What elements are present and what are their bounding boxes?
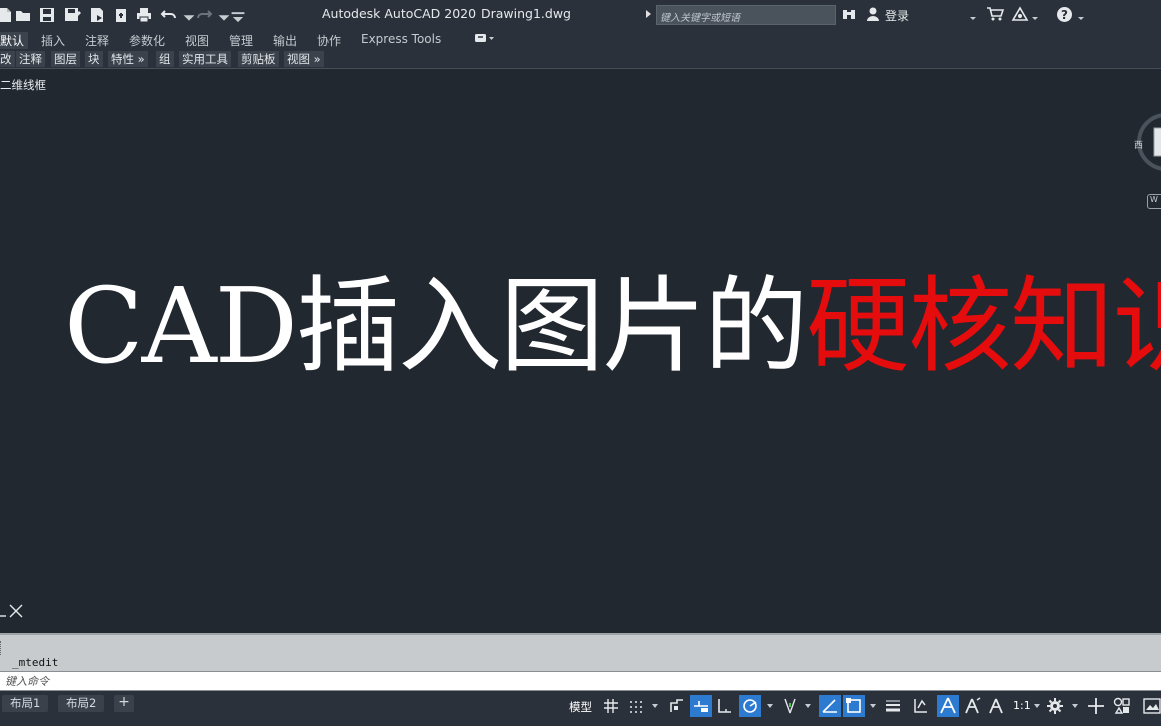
polar-tracking-icon[interactable] [739,695,761,717]
login-dropdown-icon[interactable] [968,8,978,27]
panel-modify[interactable]: 改 [0,51,15,67]
ortho-mode-icon[interactable] [715,697,733,719]
ucs-icon [0,604,23,618]
isodraft-dropdown-icon[interactable] [803,701,813,723]
plus-icon[interactable] [1087,697,1105,719]
panel-block[interactable]: 块 [85,51,103,67]
lineweight-icon[interactable] [884,697,902,719]
annotation-scale-value[interactable]: 1:1 [1013,699,1031,712]
login-link[interactable]: 登录 [885,7,909,24]
polar-dropdown-icon[interactable] [765,701,775,723]
tab-express-tools[interactable]: Express Tools [361,32,441,46]
panel-properties[interactable]: 特性 » [108,51,148,67]
annotation-scale-icon[interactable] [986,696,1006,718]
binoculars-icon[interactable] [841,6,857,26]
object-snap-icon[interactable] [843,695,865,717]
command-history: _mtedit [0,633,1161,671]
status-bar: 布局1 布局2 + 模型 1:1 [0,691,1161,726]
ribbon-display-toggle-icon[interactable] [474,32,496,47]
tab-output[interactable]: 输出 [273,32,297,49]
redo-icon[interactable] [195,6,213,24]
document-title: Drawing1.dwg [481,6,571,21]
drawing-mtext[interactable]: CAD插入图片的硬核知识 [64,266,1161,386]
dynamic-input-icon[interactable] [690,695,712,717]
redo-dropdown-icon[interactable] [215,8,230,26]
new-file-icon[interactable] [0,6,14,24]
svg-text:?: ? [1061,8,1068,22]
hardware-acceleration-icon[interactable] [1143,697,1161,719]
command-grip-handle[interactable] [0,641,3,655]
customize-toolbar-icon[interactable] [229,8,245,26]
app-title: Autodesk AutoCAD 2020 [322,6,477,21]
panel-utilities[interactable]: 实用工具 [179,51,231,67]
tab-layout2[interactable]: 布局2 [58,695,105,712]
auto-scale-icon[interactable] [962,696,982,718]
panel-groups[interactable]: 组 [156,51,174,67]
tab-annotate[interactable]: 注释 [85,32,109,49]
open-file-icon[interactable] [14,6,32,24]
snap-mode-icon[interactable] [627,697,645,719]
tab-collaborate[interactable]: 协作 [317,32,341,49]
save-as-icon[interactable] [63,6,81,24]
isodraft-icon[interactable] [781,697,799,719]
annotation-visibility-icon[interactable] [937,695,959,717]
help-dropdown-icon[interactable] [1076,8,1086,27]
tab-default[interactable]: 默认 [0,32,29,49]
snap-dropdown-icon[interactable] [650,701,660,723]
object-snap-tracking-icon[interactable] [819,695,841,717]
headline-text-white: CAD插入图片的 [64,265,808,387]
undo-icon[interactable] [160,6,178,24]
panel-clipboard[interactable]: 剪贴板 [238,51,279,67]
print-icon[interactable] [135,6,153,24]
search-expand-icon[interactable] [646,10,651,18]
tab-insert[interactable]: 插入 [41,32,65,49]
tab-manage[interactable]: 管理 [229,32,253,49]
wcs-menu[interactable]: W [1147,194,1161,209]
search-box[interactable] [656,5,836,28]
command-input[interactable] [0,672,1161,690]
user-icon[interactable] [865,6,881,26]
search-input[interactable] [657,9,835,28]
infer-constraints-icon[interactable] [668,697,686,719]
help-icon[interactable]: ? [1056,6,1073,27]
command-line [0,671,1161,691]
undo-dropdown-icon[interactable] [180,8,195,26]
add-layout-button[interactable]: + [114,695,134,712]
title-bar: Autodesk AutoCAD 2020 Drawing1.dwg 登录 ? [0,0,1161,30]
object-snap-dropdown-icon[interactable] [868,701,878,723]
grid-icon[interactable] [602,697,620,719]
a360-connect-icon[interactable] [1011,6,1029,26]
drawing-area[interactable]: 二维线框 CAD插入图片的硬核知识 西 W [0,70,1161,632]
connect-dropdown-icon[interactable] [1030,8,1040,27]
share-icon[interactable] [112,6,130,24]
ribbon-panel-bar: 改 注释 图层 块 特性 » 组 实用工具 剪贴板 视图 » [0,49,1161,69]
viewcube-west-label[interactable]: 西 [1134,138,1143,151]
viewport-visual-style-label[interactable]: 二维线框 [0,77,46,93]
tab-parametric[interactable]: 参数化 [129,32,165,49]
scale-dropdown-icon[interactable] [1032,701,1042,723]
panel-view[interactable]: 视图 » [284,51,324,67]
store-cart-icon[interactable] [986,6,1005,26]
panel-annotation[interactable]: 注释 [16,51,45,67]
command-history-text: _mtedit [12,656,59,669]
panel-layers[interactable]: 图层 [51,51,80,67]
publish-icon[interactable] [88,6,106,24]
headline-text-red: 硬核知识 [806,265,1161,387]
workspace-gear-icon[interactable] [1046,697,1064,719]
transparency-icon[interactable] [911,697,929,719]
ribbon-tab-bar: 默认 插入 注释 参数化 视图 管理 输出 协作 Express Tools [0,30,1161,49]
tab-layout1[interactable]: 布局1 [2,695,49,712]
save-icon[interactable] [38,6,56,24]
workspace-dropdown-icon[interactable] [1070,701,1080,723]
model-space-button[interactable]: 模型 [569,699,592,715]
tab-view[interactable]: 视图 [185,32,209,49]
isolate-objects-icon[interactable] [1113,697,1131,719]
